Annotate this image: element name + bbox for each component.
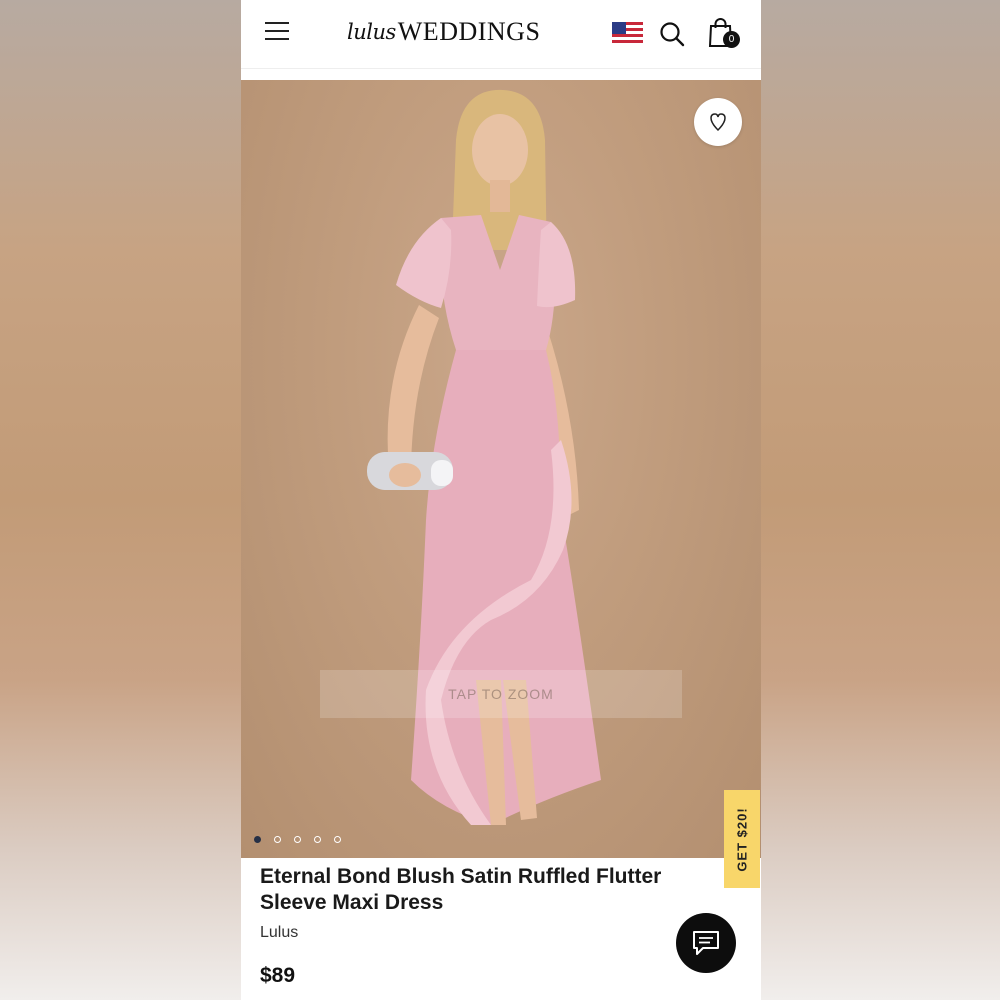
menu-icon[interactable] — [265, 22, 289, 44]
mobile-screen: lulus WEDDINGS 0 TAP TO ZOOM GET $20! Et… — [241, 0, 761, 1000]
carousel-dot[interactable] — [294, 836, 301, 843]
site-header: lulus WEDDINGS 0 — [241, 0, 761, 69]
product-brand-link[interactable]: Lulus — [260, 924, 298, 942]
carousel-dot[interactable] — [274, 836, 281, 843]
carousel-pagination — [254, 836, 354, 843]
cart-count-badge: 0 — [723, 31, 740, 48]
chat-button[interactable] — [676, 913, 736, 973]
product-image-carousel[interactable]: TAP TO ZOOM — [241, 80, 761, 858]
heart-icon — [710, 113, 726, 132]
zoom-label: TAP TO ZOOM — [448, 686, 554, 702]
left-blurred-background — [0, 0, 241, 1000]
carousel-dot[interactable] — [314, 836, 321, 843]
promo-label: GET $20! — [734, 806, 750, 872]
right-blurred-background — [761, 0, 1000, 1000]
carousel-dot[interactable] — [334, 836, 341, 843]
carousel-dot[interactable] — [254, 836, 261, 843]
chat-bubble-icon — [693, 931, 719, 955]
wishlist-button[interactable] — [694, 98, 742, 146]
get-20-promo-tab[interactable]: GET $20! — [724, 790, 760, 888]
site-logo[interactable]: lulus WEDDINGS — [347, 14, 647, 50]
us-flag-icon[interactable] — [612, 22, 643, 46]
logo-script-text: lulus — [347, 20, 396, 44]
logo-main-text: WEDDINGS — [397, 17, 541, 46]
product-title: Eternal Bond Blush Satin Ruffled Flutter… — [260, 865, 662, 914]
tap-to-zoom-button[interactable]: TAP TO ZOOM — [320, 670, 682, 718]
product-price: $89 — [260, 964, 296, 987]
product-photo — [367, 89, 601, 825]
search-icon[interactable] — [658, 20, 686, 48]
